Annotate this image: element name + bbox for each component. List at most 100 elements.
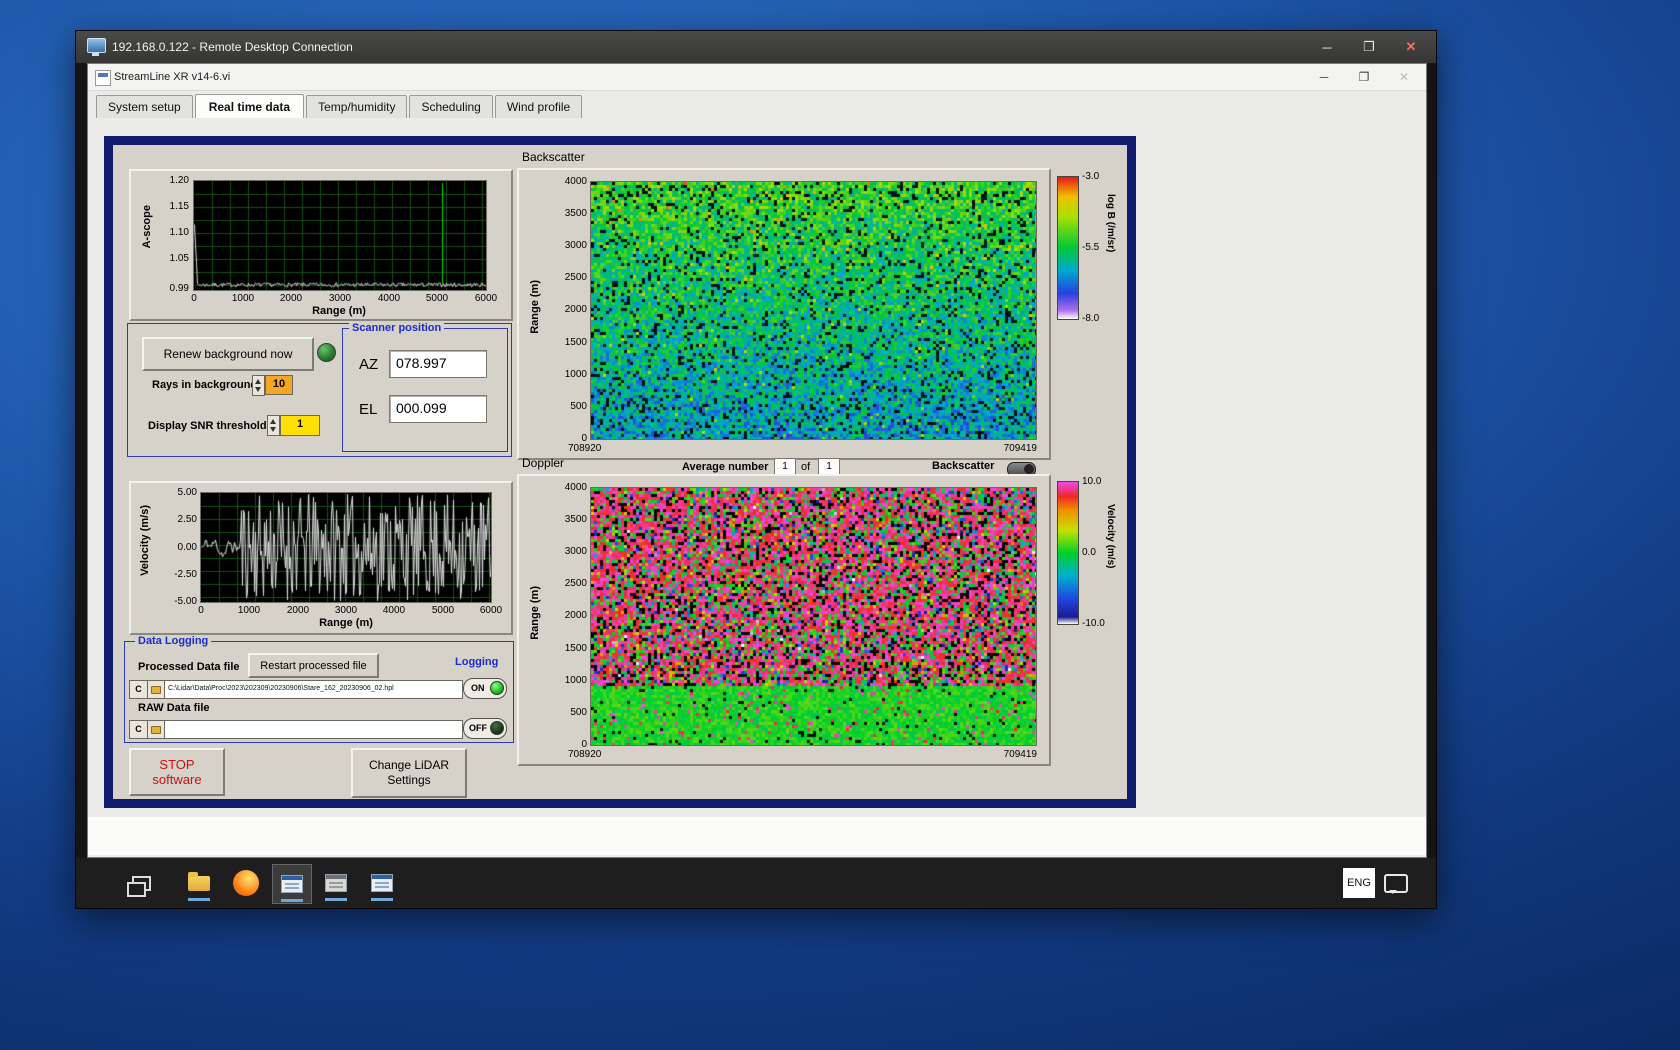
doppler-y-tick: 2000: [564, 610, 587, 621]
ascope-x-tick: 0: [191, 293, 197, 304]
taskbar-notifications-button[interactable]: [1377, 864, 1415, 902]
ascope-y-tick: 1.10: [169, 227, 189, 238]
minimize-icon: [1320, 70, 1329, 84]
toggle-off-label: OFF: [469, 723, 487, 733]
processed-logging-toggle[interactable]: ON: [463, 678, 507, 699]
rdp-close-button[interactable]: [1390, 33, 1432, 61]
taskbar-streamline-button[interactable]: [272, 864, 312, 904]
display-snr-threshold-label: Display SNR threshold: [148, 420, 267, 432]
background-controls-group: Renew background now Rays in background …: [127, 322, 512, 457]
doppler-group: Range (m) 4000 3500 3000 2500 2000 1500 …: [517, 474, 1051, 766]
backscatter-y-tick: 500: [570, 401, 587, 412]
taskview-icon: [126, 875, 151, 897]
tab-real-time-data[interactable]: Real time data: [194, 94, 305, 119]
ascope-plot: [193, 180, 487, 291]
scanner-position-title: Scanner position: [349, 322, 445, 335]
restore-icon: [1359, 70, 1370, 84]
running-indicator: [325, 898, 347, 901]
backscatter-x-start: 708920: [568, 443, 602, 454]
ascope-x-tick: 1000: [231, 293, 255, 304]
backscatter-canvas: [591, 182, 1036, 439]
velocity-x-tick: 1000: [237, 605, 261, 616]
chat-bubble-icon: [1384, 873, 1408, 894]
main-panel: A-scope 1.20 1.15 1.10 1.05 0.99 0 1000 …: [104, 136, 1136, 808]
doppler-y-tick: 2500: [564, 578, 587, 589]
tab-temp-humidity[interactable]: Temp/humidity: [306, 95, 408, 118]
language-indicator[interactable]: ENG: [1343, 868, 1375, 898]
rays-value[interactable]: 10: [265, 375, 293, 395]
tab-wind-profile[interactable]: Wind profile: [494, 95, 583, 118]
tab-system-setup[interactable]: System setup: [96, 95, 193, 118]
taskbar-firefox-button[interactable]: [227, 864, 265, 902]
raw-drive-box[interactable]: C: [129, 720, 148, 739]
backscatter-toggle-label: Backscatter: [932, 460, 995, 472]
taskbar-scan-scheduler-button[interactable]: [317, 864, 355, 902]
snr-value[interactable]: 1: [280, 415, 320, 436]
data-logging-title: Data Logging: [135, 635, 212, 648]
rays-spinner[interactable]: [252, 375, 265, 396]
rdp-titlebar[interactable]: 192.168.0.122 - Remote Desktop Connectio…: [76, 31, 1436, 63]
taskbar-explorer-button[interactable]: [180, 864, 218, 902]
doppler-y-axis-label: Range (m): [529, 586, 541, 640]
processed-data-file-label: Processed Data file: [138, 661, 240, 673]
raw-logging-toggle[interactable]: OFF: [463, 718, 507, 739]
change-lidar-settings-button[interactable]: Change LiDAR Settings: [351, 748, 467, 798]
az-value[interactable]: 078.997: [389, 350, 487, 378]
toggle-led: [490, 681, 504, 695]
processed-browse-button[interactable]: [147, 680, 165, 699]
taskbar-taskview-button[interactable]: [122, 864, 160, 902]
running-indicator: [371, 898, 393, 901]
raw-browse-button[interactable]: [147, 720, 165, 739]
ascope-y-tick: 1.20: [169, 175, 189, 186]
backscatter-y-tick: 1500: [564, 337, 587, 348]
rays-in-background-label: Rays in background: [152, 379, 258, 391]
scanner-position-group: Scanner position AZ 078.997 EL 000.099: [342, 322, 508, 452]
rdp-maximize-button[interactable]: [1348, 33, 1390, 61]
folder-icon: [188, 871, 210, 891]
of-label: of: [801, 461, 811, 473]
front-panel: A-scope 1.20 1.15 1.10 1.05 0.99 0 1000 …: [88, 118, 1426, 857]
processed-path-field[interactable]: C:\Lidar\Data\Proc\2023\202309\20230906\…: [164, 680, 463, 699]
front-panel-white-strip: [88, 817, 1426, 855]
app-titlebar[interactable]: StreamLine XR v14-6.vi: [88, 64, 1426, 91]
backscatter-heatmap: [590, 181, 1037, 440]
backscatter-group: Range (m) 4000 3500 3000 2500 2000 1500 …: [517, 168, 1051, 460]
app-title: StreamLine XR v14-6.vi: [114, 71, 231, 83]
processed-drive-box[interactable]: C: [129, 680, 148, 699]
running-indicator: [188, 898, 210, 901]
rdp-minimize-button[interactable]: [1306, 33, 1348, 61]
snr-spinner[interactable]: [267, 415, 280, 436]
backscatter-y-axis-label: Range (m): [529, 280, 541, 334]
doppler-cb-tick: 0.0: [1082, 547, 1096, 558]
app-window-controls: [1304, 64, 1424, 89]
tab-bar: System setup Real time data Temp/humidit…: [88, 90, 1426, 119]
ascope-y-axis-label: A-scope: [141, 205, 153, 249]
doppler-title: Doppler: [522, 456, 565, 470]
taskbar-app-button[interactable]: [363, 864, 401, 902]
doppler-cb-tick: -10.0: [1082, 618, 1105, 629]
velocity-x-tick: 0: [198, 605, 204, 616]
rdp-window-controls: [1306, 33, 1432, 61]
tab-scheduling[interactable]: Scheduling: [409, 95, 493, 118]
velocity-y-tick: 5.00: [177, 487, 197, 498]
restart-processed-file-button[interactable]: Restart processed file: [248, 653, 379, 678]
app-restore-button[interactable]: [1344, 64, 1384, 89]
ascope-y-tick: 1.15: [169, 201, 189, 212]
rdp-title: 192.168.0.122 - Remote Desktop Connectio…: [112, 40, 353, 54]
doppler-y-tick: 500: [570, 707, 587, 718]
app-minimize-button[interactable]: [1304, 64, 1344, 89]
ascope-x-tick: 5000: [425, 293, 449, 304]
renew-background-button[interactable]: Renew background now: [142, 337, 314, 371]
velocity-y-tick: 2.50: [177, 514, 197, 525]
stop-software-button[interactable]: STOP software: [129, 748, 225, 796]
app-close-button[interactable]: [1384, 64, 1424, 89]
backscatter-cb-tick: -3.0: [1082, 171, 1100, 182]
toggle-led: [490, 721, 504, 735]
velocity-canvas: [201, 493, 491, 602]
app-window: StreamLine XR v14-6.vi System setup Real…: [87, 63, 1427, 858]
backscatter-y-tick: 1000: [564, 369, 587, 380]
el-value[interactable]: 000.099: [389, 395, 487, 423]
raw-path-field[interactable]: [164, 720, 463, 739]
doppler-canvas: [591, 488, 1036, 745]
scan-scheduler-icon: [325, 874, 347, 892]
